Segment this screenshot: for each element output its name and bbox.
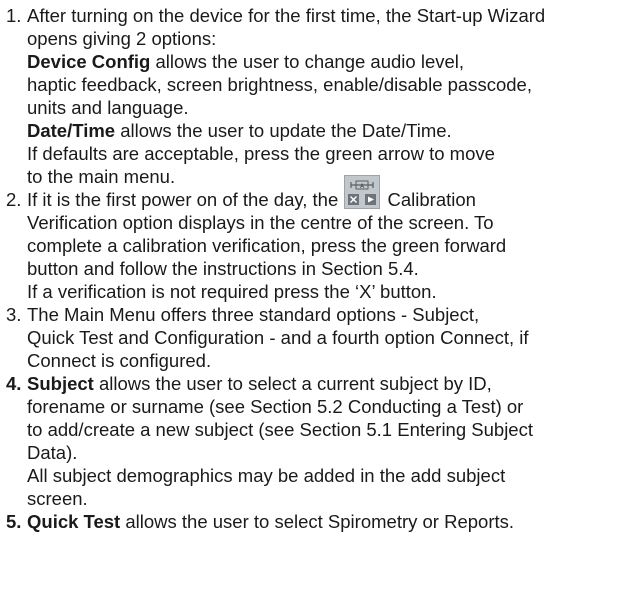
steps-list: 1. After turning on the device for the f… xyxy=(6,4,629,533)
step-number: 5. xyxy=(6,511,22,532)
step-text-line: Connect is configured. xyxy=(27,350,212,371)
calibration-verification-icon: A xyxy=(344,175,381,209)
subject-term: Subject xyxy=(27,373,94,394)
step-text-line: button and follow the instructions in Se… xyxy=(27,258,419,279)
calibration-line: If it is the first power on of the day, … xyxy=(27,175,629,211)
step-number: 2. xyxy=(6,189,22,210)
step-4: 4. Subject allows the user to select a c… xyxy=(6,372,629,510)
step-text: If it is the first power on of the day, … xyxy=(27,189,344,210)
step-3: 3. The Main Menu offers three standard o… xyxy=(6,303,629,372)
step-text-line: The Main Menu offers three standard opti… xyxy=(27,304,480,325)
date-time-line: Date/Time allows the user to update the … xyxy=(27,119,629,142)
date-time-term: Date/Time xyxy=(27,120,116,141)
step-number: 4. xyxy=(6,373,22,394)
step-text-line: complete a calibration verification, pre… xyxy=(27,235,507,256)
step-text: Calibration xyxy=(382,189,476,210)
step-text-line: units and language. xyxy=(27,97,189,118)
step-text-line: forename or surname (see Section 5.2 Con… xyxy=(27,396,524,417)
step-number: 3. xyxy=(6,304,22,325)
step-1: 1. After turning on the device for the f… xyxy=(6,4,629,188)
quick-test-text: allows the user to select Spirometry or … xyxy=(120,511,515,532)
step-text-line: to the main menu. xyxy=(27,166,176,187)
step-5: 5. Quick Test allows the user to select … xyxy=(6,510,629,533)
step-text-line: screen. xyxy=(27,488,88,509)
quick-test-line: Quick Test allows the user to select Spi… xyxy=(27,510,629,533)
quick-test-term: Quick Test xyxy=(27,511,121,532)
step-text-line: All subject demographics may be added in… xyxy=(27,465,506,486)
step-text-line: If a verification is not required press … xyxy=(27,281,437,302)
step-text-line: After turning on the device for the firs… xyxy=(27,5,546,26)
subject-text: allows the user to select a current subj… xyxy=(93,373,492,394)
device-config-line: Device Config allows the user to change … xyxy=(27,50,629,73)
instructions-document: 1. After turning on the device for the f… xyxy=(0,0,629,533)
step-text-line: haptic feedback, screen brightness, enab… xyxy=(27,74,532,95)
step-text-line: opens giving 2 options: xyxy=(27,28,217,49)
step-text-line: Quick Test and Configuration - and a fou… xyxy=(27,327,529,348)
step-2: 2. If it is the first power on of the da… xyxy=(6,175,629,303)
step-text-line: If defaults are acceptable, press the gr… xyxy=(27,143,495,164)
step-number: 1. xyxy=(6,5,22,26)
device-config-text: allows the user to change audio level, xyxy=(150,51,465,72)
date-time-text: allows the user to update the Date/Time. xyxy=(115,120,452,141)
step-text-line: Verification option displays in the cent… xyxy=(27,212,494,233)
step-text-line: to add/create a new subject (see Section… xyxy=(27,419,533,440)
subject-line: Subject allows the user to select a curr… xyxy=(27,372,629,395)
device-config-term: Device Config xyxy=(27,51,151,72)
step-text-line: Data). xyxy=(27,442,78,463)
